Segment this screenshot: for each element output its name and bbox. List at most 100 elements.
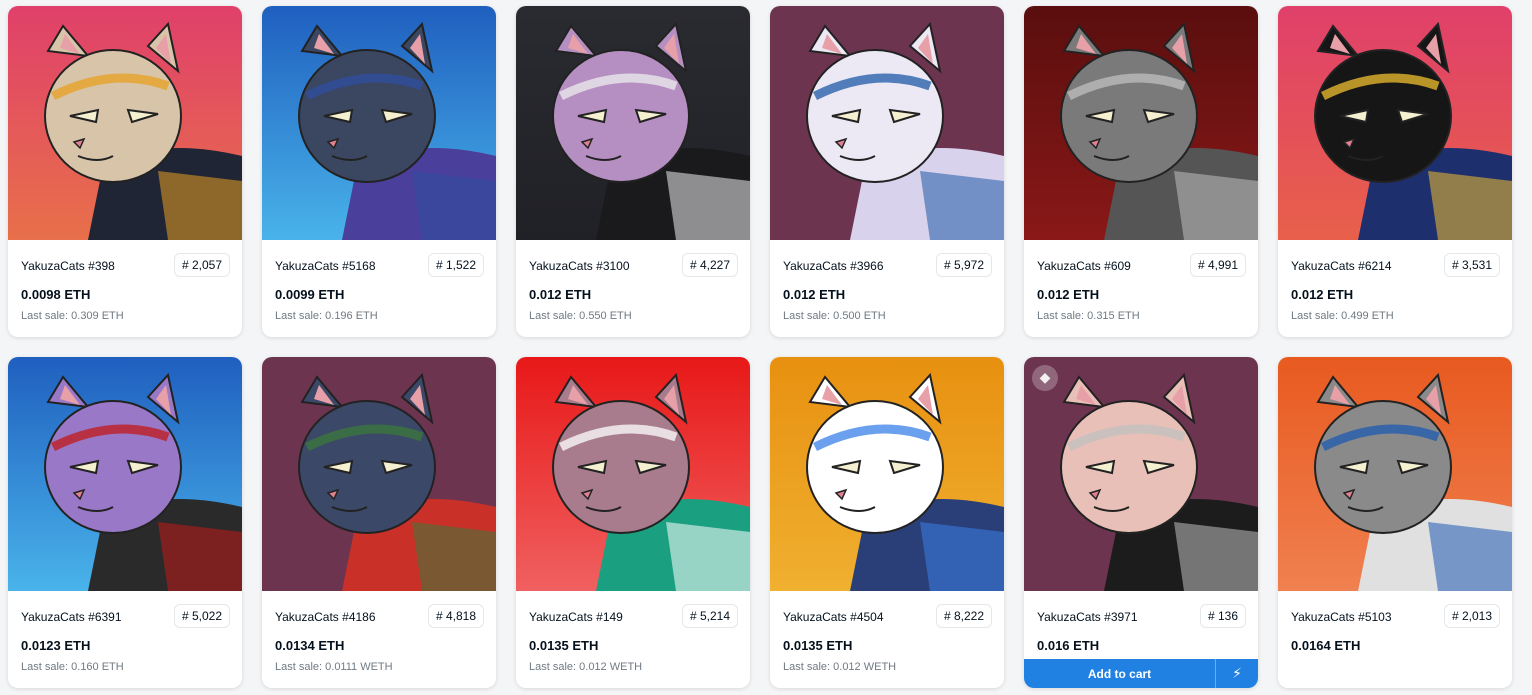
last-sale: Last sale: 0.012 WETH [783,661,897,673]
last-sale: Last sale: 0.499 ETH [1291,310,1394,322]
garment-pattern [920,522,1004,591]
nft-image[interactable] [516,6,750,240]
rarity-rank-badge: # 4,818 [427,604,484,628]
add-to-cart-button[interactable]: Add to cart [1024,659,1215,688]
last-sale: Last sale: 0.0111 WETH [275,661,393,673]
nft-price: 0.0134 ETH [275,638,345,653]
nft-card[interactable]: YakuzaCats #4186 # 4,818 0.0134 ETH Last… [262,357,496,688]
cat-head [1060,49,1198,183]
lightning-icon[interactable]: ⚡ [1215,659,1258,688]
rarity-rank-badge: # 5,214 [681,604,738,628]
cat-illustration [1024,6,1258,240]
cat-illustration [1278,357,1512,591]
nft-image[interactable] [516,357,750,591]
cat-head [552,400,690,534]
rarity-rank-badge: # 5,022 [173,604,230,628]
nft-name: YakuzaCats #609 [1037,259,1131,273]
nft-image[interactable] [770,6,1004,240]
nft-card[interactable]: YakuzaCats #149 # 5,214 0.0135 ETH Last … [516,357,750,688]
garment-pattern [1174,522,1258,591]
card-info: YakuzaCats #4186 # 4,818 0.0134 ETH Last… [262,591,496,688]
cat-illustration [262,6,496,240]
last-sale: Last sale: 0.315 ETH [1037,310,1140,322]
card-info: YakuzaCats #5168 # 1,522 0.0099 ETH Last… [262,240,496,337]
nft-grid: YakuzaCats #398 # 2,057 0.0098 ETH Last … [8,6,1512,688]
last-sale: Last sale: 0.309 ETH [21,310,124,322]
nft-card[interactable]: YakuzaCats #3966 # 5,972 0.012 ETH Last … [770,6,1004,337]
rarity-rank-badge: # 5,972 [935,253,992,277]
cat-illustration [1278,6,1512,240]
nft-name: YakuzaCats #5168 [275,259,376,273]
cat-head [1314,400,1452,534]
nft-price: 0.0099 ETH [275,287,345,302]
cat-head [1060,400,1198,534]
nft-image[interactable]: ◆ [1024,357,1258,591]
rarity-rank-badge: # 2,013 [1443,604,1500,628]
nft-name: YakuzaCats #149 [529,610,623,624]
nft-card[interactable]: YakuzaCats #398 # 2,057 0.0098 ETH Last … [8,6,242,337]
nft-name: YakuzaCats #4504 [783,610,884,624]
cat-head [298,400,436,534]
cat-head [44,400,182,534]
ethereum-icon: ◆ [1032,365,1058,391]
nft-image[interactable] [1278,357,1512,591]
garment-pattern [1428,522,1512,591]
cat-illustration [8,6,242,240]
nft-card[interactable]: YakuzaCats #609 # 4,991 0.012 ETH Last s… [1024,6,1258,337]
nft-price: 0.016 ETH [1037,638,1100,653]
rarity-rank-badge: # 4,991 [1189,253,1246,277]
last-sale: Last sale: 0.012 WETH [529,661,643,673]
nft-name: YakuzaCats #6214 [1291,259,1392,273]
cat-illustration [770,6,1004,240]
nft-price: 0.0164 ETH [1291,638,1361,653]
nft-name: YakuzaCats #398 [21,259,115,273]
last-sale: Last sale: 0.196 ETH [275,310,378,322]
cat-illustration [1024,357,1258,591]
nft-card[interactable]: YakuzaCats #5168 # 1,522 0.0099 ETH Last… [262,6,496,337]
garment-pattern [158,171,242,240]
nft-price: 0.012 ETH [1037,287,1100,302]
nft-image[interactable] [770,357,1004,591]
card-info: YakuzaCats #4504 # 8,222 0.0135 ETH Last… [770,591,1004,688]
last-sale: Last sale: 0.160 ETH [21,661,124,673]
nft-image[interactable] [262,357,496,591]
nft-image[interactable] [1278,6,1512,240]
card-info: YakuzaCats #398 # 2,057 0.0098 ETH Last … [8,240,242,337]
card-info: YakuzaCats #6391 # 5,022 0.0123 ETH Last… [8,591,242,688]
nft-image[interactable] [8,357,242,591]
nft-price: 0.0098 ETH [21,287,91,302]
nft-card[interactable]: YakuzaCats #5103 # 2,013 0.0164 ETH [1278,357,1512,688]
nft-image[interactable] [262,6,496,240]
rarity-rank-badge: # 8,222 [935,604,992,628]
nft-image[interactable] [1024,6,1258,240]
rarity-rank-badge: # 136 [1199,604,1246,628]
nft-card[interactable]: YakuzaCats #4504 # 8,222 0.0135 ETH Last… [770,357,1004,688]
nft-name: YakuzaCats #3971 [1037,610,1138,624]
nft-card[interactable]: YakuzaCats #6214 # 3,531 0.012 ETH Last … [1278,6,1512,337]
card-info: YakuzaCats #3966 # 5,972 0.012 ETH Last … [770,240,1004,337]
nft-name: YakuzaCats #3966 [783,259,884,273]
rarity-rank-badge: # 1,522 [427,253,484,277]
nft-card[interactable]: YakuzaCats #3100 # 4,227 0.012 ETH Last … [516,6,750,337]
cat-head [552,49,690,183]
cat-illustration [516,6,750,240]
card-info: YakuzaCats #3100 # 4,227 0.012 ETH Last … [516,240,750,337]
cat-illustration [516,357,750,591]
nft-price: 0.0123 ETH [21,638,91,653]
nft-image[interactable] [8,6,242,240]
nft-card[interactable]: ◆ YakuzaCats #3971 # 136 0.016 ETH Add t… [1024,357,1258,688]
cat-head [806,400,944,534]
nft-name: YakuzaCats #5103 [1291,610,1392,624]
card-info: YakuzaCats #149 # 5,214 0.0135 ETH Last … [516,591,750,688]
card-info: YakuzaCats #609 # 4,991 0.012 ETH Last s… [1024,240,1258,337]
nft-name: YakuzaCats #4186 [275,610,376,624]
nft-card[interactable]: YakuzaCats #6391 # 5,022 0.0123 ETH Last… [8,357,242,688]
nft-name: YakuzaCats #6391 [21,610,122,624]
rarity-rank-badge: # 2,057 [173,253,230,277]
garment-pattern [1428,171,1512,240]
cat-head [1314,49,1452,183]
nft-price: 0.012 ETH [783,287,846,302]
last-sale: Last sale: 0.550 ETH [529,310,632,322]
rarity-rank-badge: # 3,531 [1443,253,1500,277]
garment-pattern [666,522,750,591]
